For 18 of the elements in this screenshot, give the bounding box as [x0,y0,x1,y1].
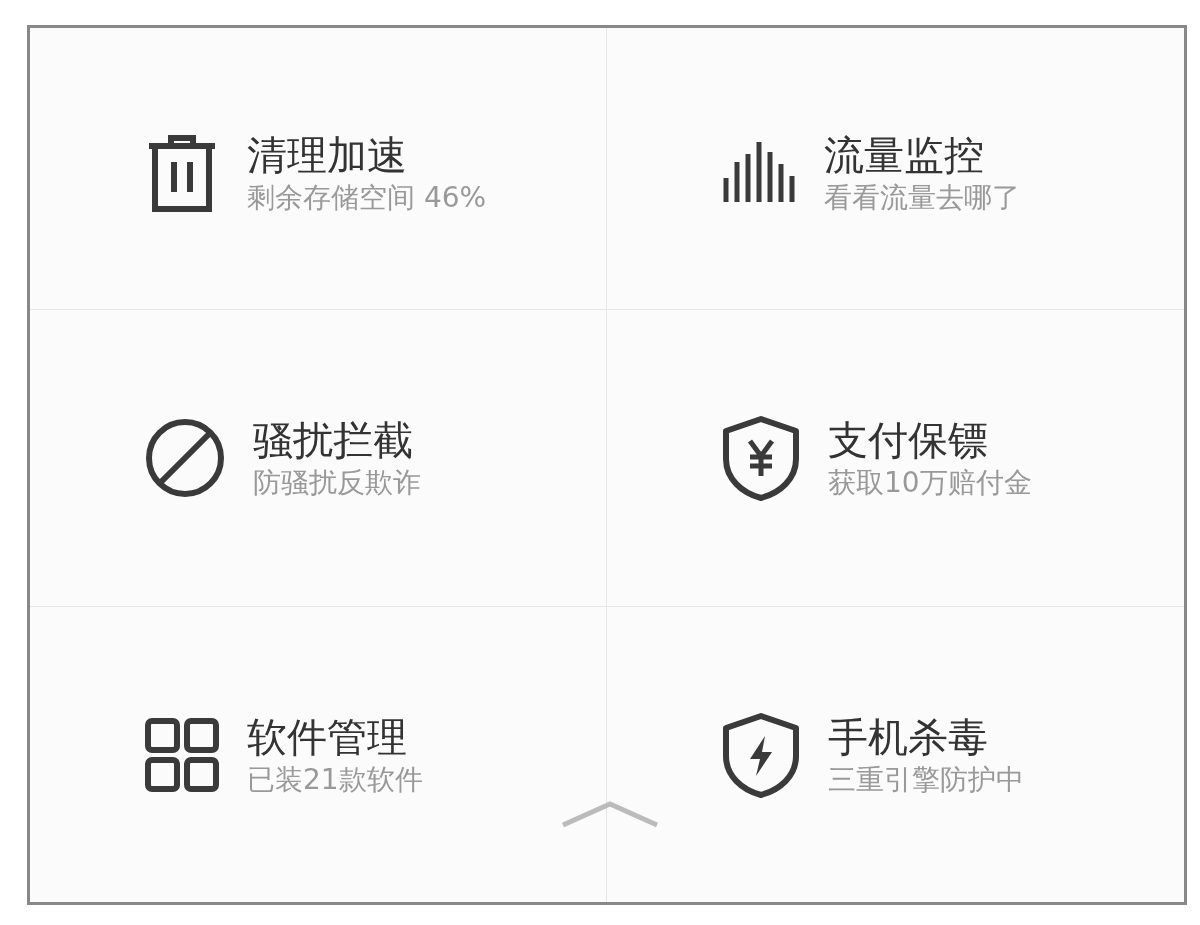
chevron-up-icon[interactable] [560,800,660,830]
apps-grid-icon [145,717,219,792]
feature-subtitle: 三重引擎防护中 [828,762,1024,797]
shield-yen-icon [722,415,800,501]
feature-subtitle: 获取10万赔付金 [828,466,1032,500]
feature-title: 骚扰拦截 [253,416,414,465]
feature-title: 支付保镖 [828,416,989,465]
shield-lightning-icon [722,711,800,798]
prohibited-icon [145,418,225,498]
feature-subtitle: 剩余存储空间 46% [247,180,487,215]
feature-title: 手机杀毒 [828,712,989,761]
feature-title: 软件管理 [247,712,408,761]
feature-subtitle: 已装21款软件 [247,762,423,797]
feature-subtitle: 看看流量去哪了 [824,180,1020,215]
bar-chart-icon [722,141,796,204]
feature-title: 清理加速 [247,130,408,179]
feature-subtitle: 防骚扰反欺诈 [253,466,421,500]
feature-title: 流量监控 [824,130,985,179]
